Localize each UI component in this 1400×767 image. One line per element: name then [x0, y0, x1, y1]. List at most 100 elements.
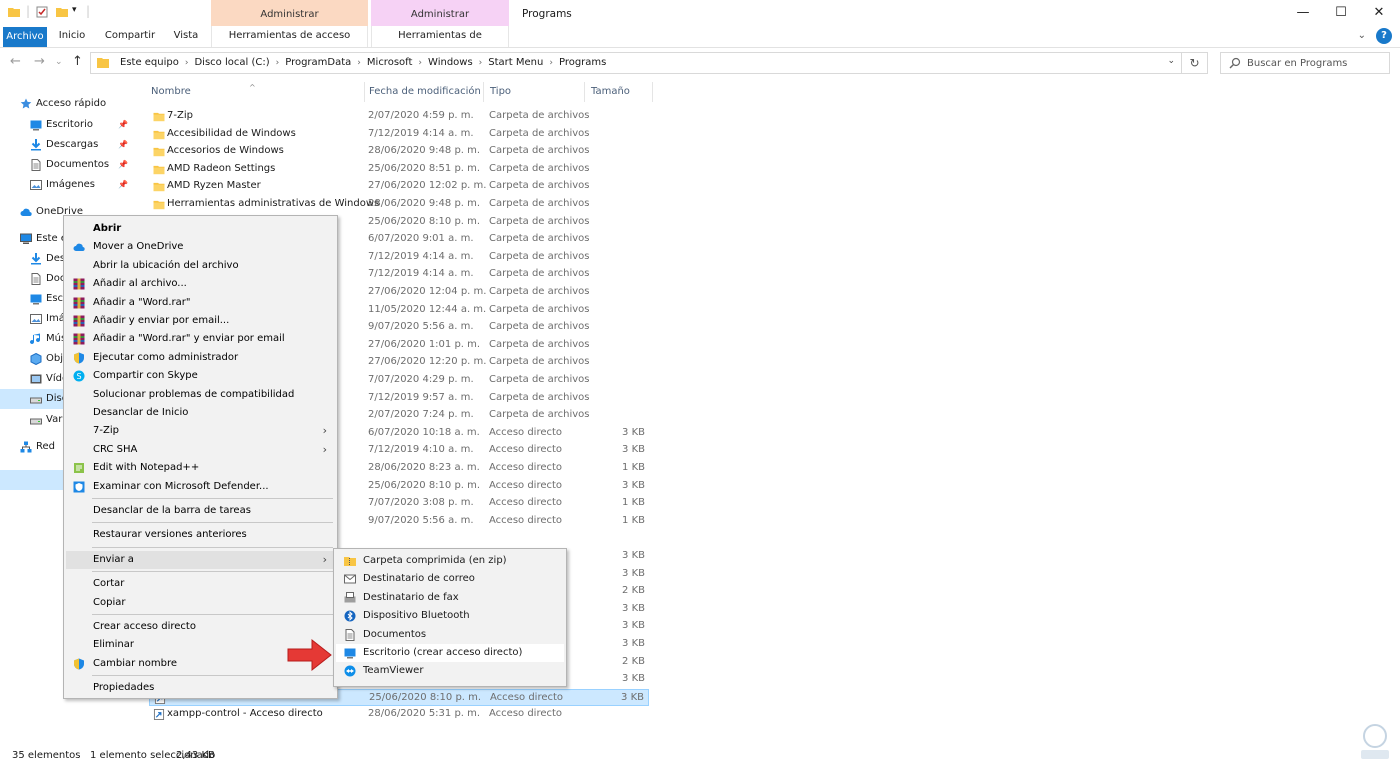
breadcrumb-item[interactable]: Programs	[559, 57, 606, 68]
send-to-item[interactable]: Carpeta comprimida (en zip)	[336, 552, 564, 570]
address-dropdown-icon[interactable]: ⌄	[1167, 56, 1175, 66]
menu-item[interactable]: Copiar	[66, 594, 335, 612]
nav-item[interactable]: Acceso rápido	[0, 94, 140, 114]
nav-item[interactable]: Este e	[0, 229, 64, 249]
file-date: 7/12/2019 4:14 a. m.	[368, 250, 474, 262]
up-button[interactable]: ↑	[72, 54, 83, 69]
forward-button[interactable]: →	[34, 54, 45, 69]
winrar-icon	[73, 333, 85, 345]
menu-item-label: Añadir al archivo...	[93, 278, 187, 290]
menu-item[interactable]: S Compartir con Skype	[66, 367, 335, 385]
nav-item[interactable]: Obj	[0, 349, 64, 369]
breadcrumb-separator-icon[interactable]: ›	[418, 58, 422, 68]
table-row[interactable]: 7-Zip 2/07/2020 4:59 p. m. Carpeta de arch…	[149, 108, 649, 126]
tab-shortcut-tools[interactable]: Herramientas de acceso directo	[211, 26, 368, 61]
nav-item[interactable]: Disc	[0, 389, 64, 409]
menu-item[interactable]: Añadir y enviar por email...	[66, 312, 335, 330]
menu-item[interactable]: Crear acceso directo	[66, 618, 335, 636]
address-bar[interactable]: Este equipo › Disco local (C:) › ProgramData…	[90, 52, 1182, 74]
menu-item[interactable]: Desanclar de la barra de tareas	[66, 502, 335, 520]
nav-item[interactable]: Vari	[0, 410, 64, 430]
menu-item[interactable]: Añadir a "Word.rar" y enviar por email	[66, 330, 335, 348]
nav-item[interactable]: Red	[0, 437, 64, 457]
send-to-item[interactable]: Documentos	[336, 626, 564, 644]
breadcrumb-item[interactable]: Microsoft	[367, 57, 413, 68]
nav-item[interactable]: Escr	[0, 289, 64, 309]
close-button[interactable]: ✕	[1356, 0, 1400, 26]
breadcrumb-item[interactable]: Start Menu	[488, 57, 543, 68]
tab-vista[interactable]: Vista	[168, 26, 204, 47]
search-box[interactable]	[1220, 52, 1390, 74]
menu-item-label: 7-Zip	[93, 425, 119, 437]
nav-item[interactable]: Escritorio 📌	[0, 115, 140, 135]
menu-item[interactable]: Mover a OneDrive	[66, 238, 335, 256]
menu-item[interactable]: Ejecutar como administrador	[66, 349, 335, 367]
menu-item[interactable]: Propiedades	[66, 679, 335, 697]
send-to-item[interactable]: Escritorio (crear acceso directo)	[336, 644, 564, 662]
menu-item[interactable]: Cortar	[66, 575, 335, 593]
nav-item[interactable]: Mús	[0, 329, 64, 349]
qat-customize-icon[interactable]: ▾	[72, 5, 77, 15]
breadcrumb-separator-icon[interactable]: ›	[357, 58, 361, 68]
breadcrumb-item[interactable]: Windows	[428, 57, 473, 68]
nav-item[interactable]: Descargas 📌	[0, 135, 140, 155]
column-fecha[interactable]: Fecha de modificación	[363, 82, 484, 102]
tab-inicio[interactable]: Inicio	[54, 26, 90, 47]
file-name: Accesorios de Windows	[167, 145, 284, 157]
table-row[interactable]: Accesorios de Windows 28/06/2020 9:48 p. …	[149, 143, 649, 161]
nav-item[interactable]: Imágenes 📌	[0, 175, 140, 195]
tab-archivo[interactable]: Archivo	[3, 27, 47, 47]
menu-item[interactable]: Añadir a "Word.rar"	[66, 294, 335, 312]
recent-locations-button[interactable]: ⌄	[55, 57, 63, 67]
file-size: 3 KB	[622, 620, 645, 632]
breadcrumb-item[interactable]: ProgramData	[285, 57, 351, 68]
table-row[interactable]: Herramientas administrativas de Windows 2…	[149, 196, 649, 214]
breadcrumb-separator-icon[interactable]: ›	[549, 58, 553, 68]
breadcrumb-separator-icon[interactable]: ›	[479, 58, 483, 68]
table-row[interactable]: AMD Radeon Settings 25/06/2020 8:51 p. m.…	[149, 161, 649, 179]
menu-item[interactable]: Añadir al archivo...	[66, 275, 335, 293]
nav-item[interactable]: Documentos 📌	[0, 155, 140, 175]
table-row[interactable]: xampp-control - Acceso directo 28/06/2020…	[149, 706, 649, 724]
properties-icon[interactable]	[36, 6, 48, 18]
menu-item[interactable]: Restaurar versiones anteriores	[66, 526, 335, 544]
menu-item[interactable]: Examinar con Microsoft Defender...	[66, 478, 335, 496]
menu-item[interactable]: 7-Zip ›	[66, 422, 335, 440]
breadcrumb-item[interactable]: Disco local (C:)	[194, 57, 269, 68]
watermark-logo-icon	[1361, 724, 1389, 759]
menu-item[interactable]: CRC SHA ›	[66, 441, 335, 459]
breadcrumb-item[interactable]: Este equipo	[120, 57, 179, 68]
new-folder-icon[interactable]	[56, 6, 68, 18]
menu-item[interactable]: Abrir	[66, 220, 335, 238]
nav-item[interactable]: Desc	[0, 249, 64, 269]
tab-app-tools[interactable]: Herramientas de aplicación	[371, 26, 509, 61]
send-to-item[interactable]: Dispositivo Bluetooth	[336, 607, 564, 625]
back-button[interactable]: ←	[10, 54, 21, 69]
file-type: Carpeta de archivos	[489, 356, 590, 368]
help-icon[interactable]: ?	[1376, 28, 1392, 44]
tab-compartir[interactable]: Compartir	[102, 26, 158, 47]
breadcrumb-separator-icon[interactable]: ›	[276, 58, 280, 68]
nav-item[interactable]: Doc	[0, 269, 64, 289]
qat-divider: |	[86, 4, 91, 18]
column-nombre[interactable]: Nombre ^	[145, 82, 365, 102]
send-to-item[interactable]: Destinatario de fax	[336, 589, 564, 607]
send-to-item[interactable]: TeamViewer	[336, 662, 564, 680]
menu-item[interactable]: Enviar a ›	[66, 550, 335, 569]
nav-item[interactable]: Víde	[0, 369, 64, 389]
menu-item[interactable]: Abrir la ubicación del archivo	[66, 257, 335, 275]
send-to-item[interactable]: Destinatario de correo	[336, 570, 564, 588]
nav-item[interactable]: Imá	[0, 309, 64, 329]
menu-item[interactable]: Solucionar problemas de compatibilidad	[66, 386, 335, 404]
search-input[interactable]	[1247, 55, 1385, 71]
menu-item[interactable]: Desanclar de Inicio	[66, 404, 335, 422]
expand-ribbon-icon[interactable]: ⌄	[1358, 30, 1366, 41]
table-row[interactable]: Accesibilidad de Windows 7/12/2019 4:14 a…	[149, 126, 649, 144]
table-row[interactable]: AMD Ryzen Master 27/06/2020 12:02 p. m. Ca…	[149, 178, 649, 196]
menu-item[interactable]: Edit with Notepad++	[66, 459, 335, 477]
breadcrumb-separator-icon[interactable]: ›	[185, 58, 189, 68]
column-tipo[interactable]: Tipo	[484, 82, 585, 102]
column-tamano[interactable]: Tamaño	[585, 82, 653, 102]
refresh-button[interactable]: ↻	[1182, 52, 1208, 74]
nav-item-label: Doc	[46, 273, 64, 284]
